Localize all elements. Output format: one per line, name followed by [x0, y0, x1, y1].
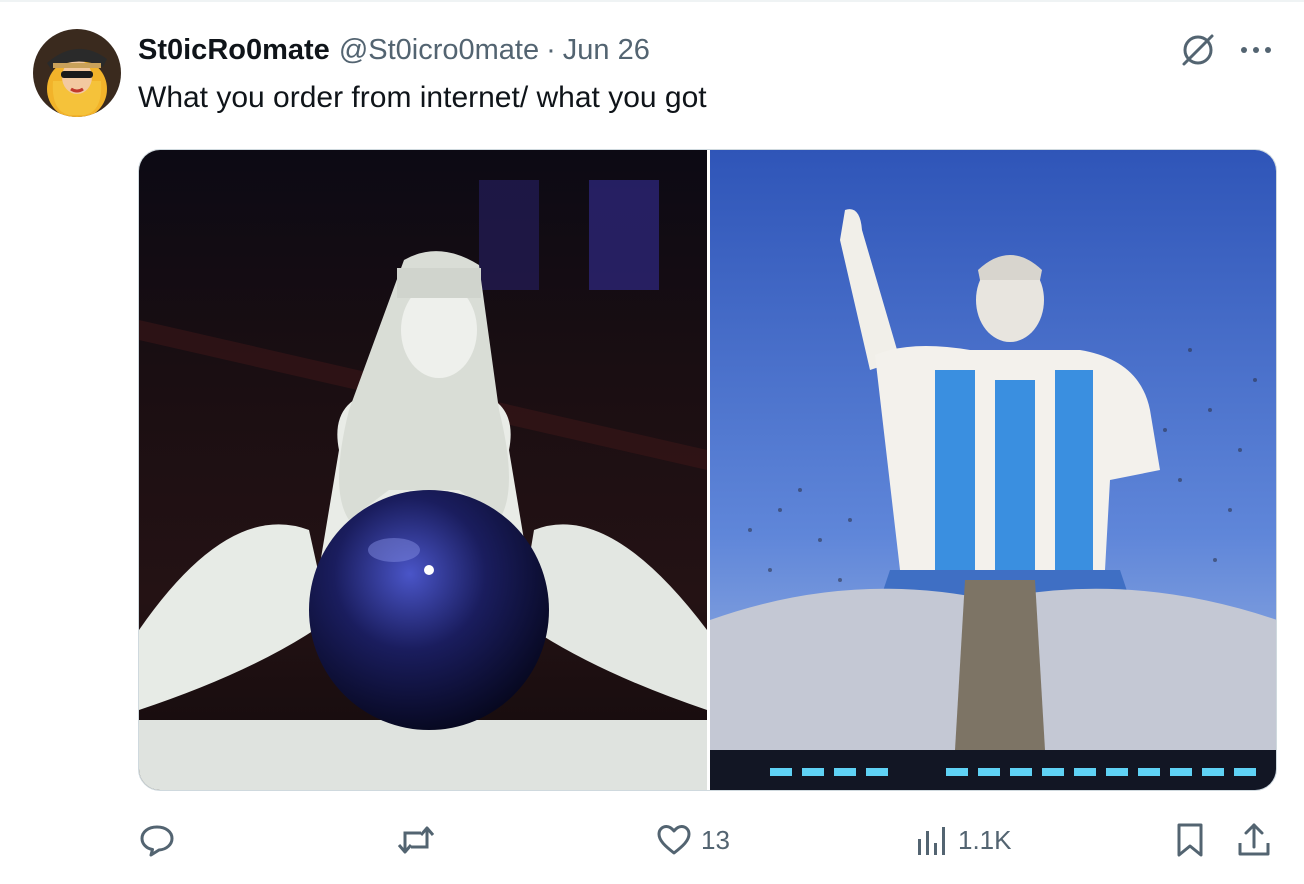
reply-button[interactable]	[138, 812, 184, 868]
views-icon	[914, 821, 950, 859]
repost-button[interactable]	[396, 812, 444, 868]
like-count: 13	[701, 824, 730, 855]
repost-icon	[396, 821, 436, 859]
avatar[interactable]	[33, 29, 121, 117]
tweet-text: What you order from internet/ what you g…	[138, 81, 707, 114]
grok-icon[interactable]	[1176, 30, 1220, 70]
separator-dot: ·	[546, 33, 556, 66]
heart-icon	[655, 821, 693, 859]
share-button[interactable]	[1235, 812, 1273, 868]
tweet-date[interactable]: Jun 26	[563, 34, 650, 67]
user-handle[interactable]: @St0icro0mate	[339, 34, 539, 67]
like-button[interactable]: 13	[655, 812, 730, 868]
tweet-header: St0icRo0mate @St0icro0mate · Jun 26	[138, 30, 650, 70]
views-button[interactable]: 1.1K	[914, 812, 1012, 868]
bookmark-icon	[1173, 821, 1207, 859]
reply-icon	[138, 821, 176, 859]
top-divider	[0, 0, 1304, 2]
more-icon[interactable]	[1234, 30, 1278, 70]
tweet-media[interactable]	[138, 149, 1277, 791]
media-image-left[interactable]	[139, 150, 707, 790]
action-bar: 13 1.1K	[138, 812, 1278, 868]
bookmark-button[interactable]	[1173, 812, 1207, 868]
views-count: 1.1K	[958, 824, 1012, 855]
media-image-right[interactable]	[710, 150, 1276, 790]
display-name[interactable]: St0icRo0mate	[138, 34, 330, 67]
share-icon	[1235, 821, 1273, 859]
